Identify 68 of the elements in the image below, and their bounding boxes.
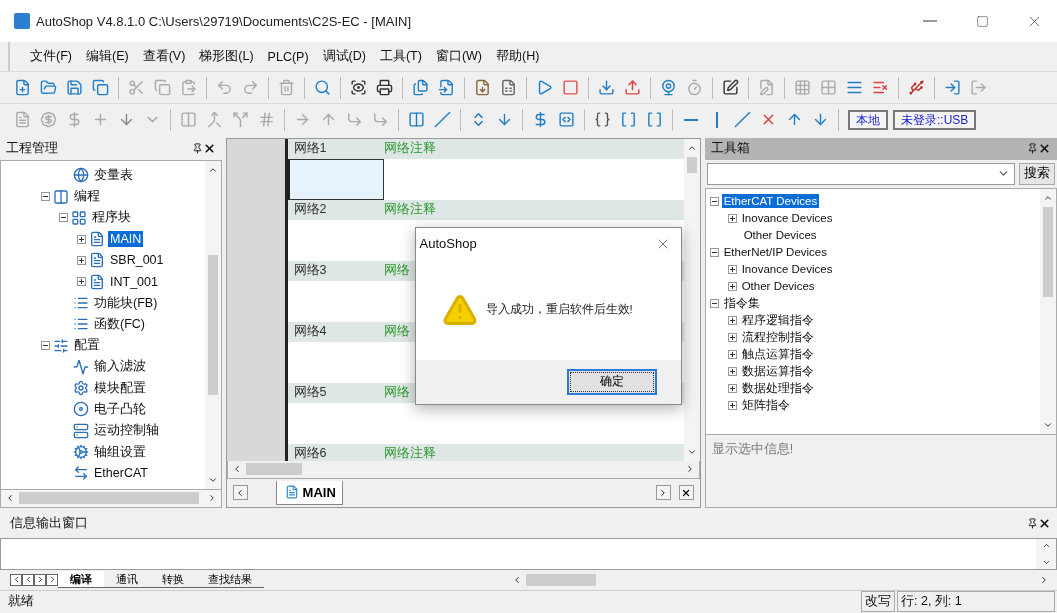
output-tab[interactable]: 查找结果 bbox=[196, 571, 264, 589]
network-comment: 网络 bbox=[383, 384, 410, 402]
menu-item[interactable]: PLC(P) bbox=[261, 46, 315, 67]
menu-item[interactable]: 编辑(E) bbox=[79, 45, 135, 69]
tree-item[interactable]: INT_001 bbox=[108, 273, 160, 290]
tree-item[interactable]: EtherCAT bbox=[92, 465, 150, 482]
tree-item[interactable]: Inovance Devices bbox=[739, 211, 835, 226]
tree-item[interactable]: 函数(FC) bbox=[92, 314, 147, 334]
ok-button[interactable]: 确定 bbox=[566, 368, 657, 395]
output-tab[interactable]: 转换 bbox=[150, 571, 196, 589]
tree-item[interactable]: 数据运算指令 bbox=[739, 362, 816, 380]
network-label: 网络5 bbox=[293, 384, 328, 402]
menu-item[interactable]: 窗口(W) bbox=[429, 45, 489, 69]
network-comment: 网络注释 bbox=[383, 445, 436, 461]
tree-item[interactable]: 模块配置 bbox=[92, 378, 148, 398]
tree-item[interactable]: 输入滤波 bbox=[92, 357, 148, 377]
tree-item[interactable]: 编程 bbox=[72, 187, 102, 206]
search-button[interactable]: 搜索 bbox=[1019, 162, 1055, 185]
tree-item[interactable]: 变量表 bbox=[92, 165, 135, 185]
panel-title: 信息输出窗口 bbox=[10, 515, 89, 533]
tree-item[interactable]: 程序逻辑指令 bbox=[739, 311, 816, 329]
tree-item[interactable]: 电子凸轮 bbox=[92, 400, 148, 419]
window-title: AutoShop V4.8.1.0 C:\Users\29719\Documents\C2S-EC - [MAIN] bbox=[36, 13, 412, 29]
network-label: 网络3 bbox=[293, 262, 328, 280]
tree-item[interactable]: MAIN bbox=[108, 231, 144, 248]
panel-title: 工具箱 bbox=[710, 140, 751, 158]
selection-info: 显示选中信息! bbox=[711, 441, 794, 456]
tree-item[interactable]: 程序块 bbox=[90, 208, 133, 228]
tree-item[interactable]: Inovance Devices bbox=[739, 262, 835, 277]
menu-item[interactable]: 调试(D) bbox=[316, 45, 372, 69]
output-tab[interactable]: 编译 bbox=[58, 571, 104, 589]
network-label: 网络1 bbox=[293, 140, 328, 158]
cursor-position: 行: 2, 列: 1 bbox=[897, 591, 1055, 613]
network-comment: 网络 bbox=[383, 323, 410, 341]
network-label: 网络4 bbox=[293, 323, 328, 341]
network-label: 网络6 bbox=[293, 445, 328, 461]
menu-item[interactable]: 文件(F) bbox=[24, 45, 78, 69]
menu-item[interactable]: 帮助(H) bbox=[490, 45, 546, 69]
status-message: 就绪 bbox=[8, 593, 35, 611]
tree-item[interactable]: 指令集 bbox=[721, 294, 762, 312]
tree-item[interactable]: 轴组设置 bbox=[92, 442, 148, 462]
network-comment: 网络注释 bbox=[383, 201, 436, 219]
tree-item[interactable]: Other Devices bbox=[741, 228, 819, 243]
network-label: 网络2 bbox=[293, 201, 328, 219]
connection-button[interactable]: 本地 bbox=[848, 110, 888, 130]
tree-item[interactable]: Other Devices bbox=[739, 279, 817, 294]
network-comment: 网络 bbox=[383, 262, 410, 280]
tree-item[interactable]: 触点运算指令 bbox=[739, 345, 816, 363]
menu-item[interactable]: 工具(T) bbox=[373, 45, 428, 69]
editor-tab[interactable]: MAIN bbox=[275, 480, 343, 505]
tree-item[interactable]: SBR_001 bbox=[108, 252, 166, 269]
edit-mode: 改写 bbox=[861, 591, 895, 613]
output-tab[interactable]: 通讯 bbox=[104, 571, 150, 589]
tree-item[interactable]: 功能块(FB) bbox=[92, 293, 160, 313]
menu-item[interactable]: 查看(V) bbox=[136, 45, 192, 69]
network-comment: 网络注释 bbox=[383, 140, 436, 158]
connection-button[interactable]: 未登录::USB bbox=[893, 110, 977, 130]
dialog-message: 导入成功，重启软件后生效! bbox=[485, 302, 633, 318]
tree-item[interactable]: 数据处理指令 bbox=[739, 379, 816, 397]
tree-item[interactable]: 运动控制轴 bbox=[92, 421, 161, 441]
dialog-title: AutoShop bbox=[419, 236, 477, 252]
tree-item[interactable]: 流程控制指令 bbox=[739, 328, 816, 346]
tree-item[interactable]: 矩阵指令 bbox=[739, 396, 792, 414]
tree-item[interactable]: EtherCAT Devices bbox=[721, 194, 820, 209]
menu-item[interactable]: 梯形图(L) bbox=[193, 45, 260, 69]
panel-title: 工程管理 bbox=[6, 140, 59, 158]
tree-item[interactable]: EtherNet/IP Devices bbox=[721, 245, 829, 260]
tree-item[interactable]: 配置 bbox=[72, 336, 102, 356]
